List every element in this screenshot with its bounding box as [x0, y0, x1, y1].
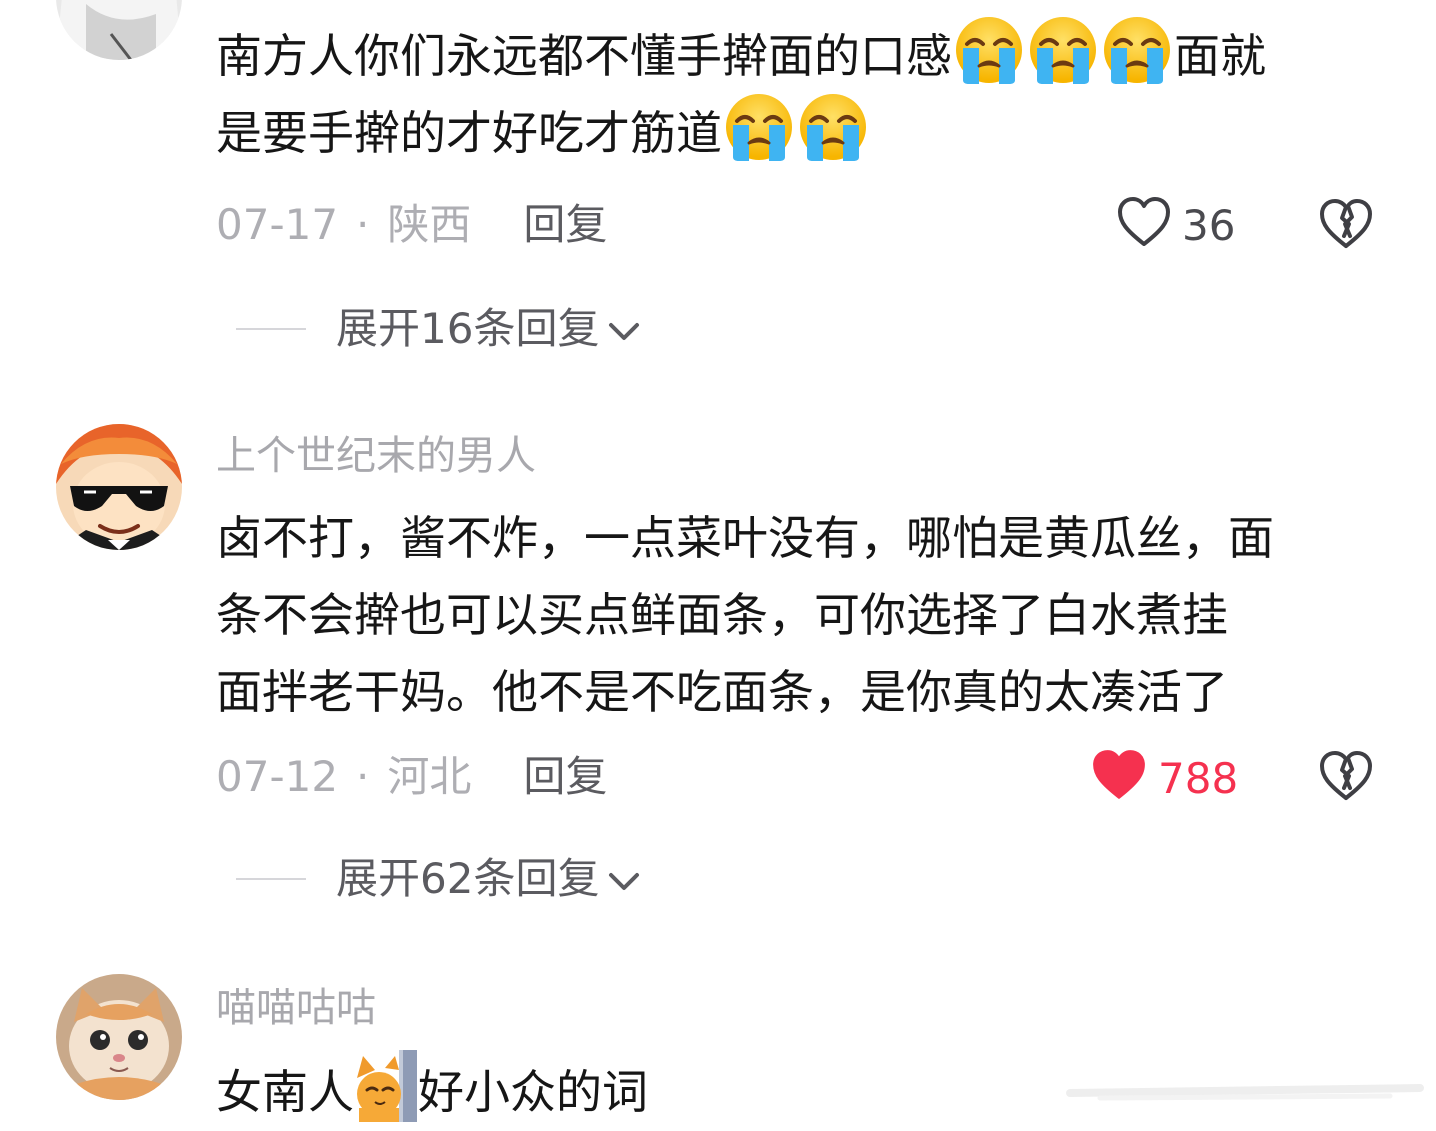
- heart-filled-icon: [1090, 748, 1148, 809]
- dislike-button[interactable]: [1316, 196, 1376, 252]
- divider: [236, 328, 306, 330]
- user-avatar[interactable]: [56, 974, 182, 1100]
- like-count: 788: [1158, 753, 1239, 803]
- reply-button[interactable]: 回复: [523, 752, 607, 801]
- like-count: 36: [1182, 200, 1236, 250]
- username[interactable]: 喵喵咕咕: [216, 988, 376, 1028]
- comment-text-segment: 面拌老干妈。他不是不吃面条，是你真的太凑活了: [216, 665, 1228, 719]
- comment-text-segment: 女南人: [216, 1065, 354, 1119]
- like-button[interactable]: 788: [1090, 748, 1238, 809]
- expand-replies-button[interactable]: 展开62条回复: [236, 858, 641, 900]
- broken-heart-icon: [1316, 199, 1376, 256]
- comment-text-line: 条不会擀也可以买点鲜面条，可你选择了白水煮挂: [216, 577, 1386, 654]
- watermark: [1060, 1068, 1430, 1118]
- expand-replies-label: 展开62条回复: [336, 854, 600, 903]
- comment-date: 07-12: [216, 752, 339, 801]
- comment-text-line: 是要手擀的才好吃才筋道: [216, 91, 1386, 168]
- comment-meta: 07-17 · 陕西 回复: [216, 204, 607, 246]
- user-avatar[interactable]: [56, 0, 182, 60]
- heart-outline-icon: [1116, 196, 1172, 255]
- crying-face-emoji-icon: [1101, 14, 1173, 86]
- cat-peeking-emoji-icon: [355, 1050, 417, 1122]
- divider: [236, 878, 306, 880]
- expand-replies-label: 展开16条回复: [336, 304, 600, 353]
- meta-separator: ·: [356, 200, 370, 249]
- comment-text-segment: 好小众的词: [418, 1065, 648, 1119]
- comment-text-segment: 是要手擀的才好吃才筋道: [216, 106, 722, 160]
- comment-text-segment: 面就: [1174, 29, 1266, 83]
- broken-heart-icon: [1316, 751, 1376, 808]
- comment-text: 南方人你们永远都不懂手擀面的口感 面就是要手擀的才好吃才筋道: [216, 14, 1386, 168]
- username[interactable]: 上个世纪末的男人: [216, 436, 536, 476]
- reply-button[interactable]: 回复: [523, 200, 607, 249]
- user-avatar[interactable]: [56, 424, 182, 550]
- comment-date: 07-17: [216, 200, 339, 249]
- comment-location: 陕西: [387, 200, 472, 249]
- crying-face-emoji-icon: [723, 91, 795, 163]
- comment-text-line: 卤不打，酱不炸，一点菜叶没有，哪怕是黄瓜丝，面: [216, 500, 1386, 577]
- comment-text-line: 面拌老干妈。他不是不吃面条，是你真的太凑活了: [216, 654, 1386, 731]
- comment-meta: 07-12 · 河北 回复: [216, 756, 607, 798]
- crying-face-emoji-icon: [953, 14, 1025, 86]
- meta-separator: ·: [356, 752, 370, 801]
- comment-text: 卤不打，酱不炸，一点菜叶没有，哪怕是黄瓜丝，面 条不会擀也可以买点鲜面条，可你选择…: [216, 500, 1386, 731]
- crying-face-emoji-icon: [1027, 14, 1099, 86]
- chevron-down-icon: [607, 308, 641, 350]
- comment-location: 河北: [387, 752, 472, 801]
- crying-face-emoji-icon: [797, 91, 869, 163]
- comment-text-segment: 条不会擀也可以买点鲜面条，可你选择了白水煮挂: [216, 588, 1228, 642]
- expand-replies-button[interactable]: 展开16条回复: [236, 308, 641, 350]
- comment-text-segment: 卤不打，酱不炸，一点菜叶没有，哪怕是黄瓜丝，面: [216, 511, 1274, 565]
- dislike-button[interactable]: [1316, 748, 1376, 804]
- comment-text-line: 南方人你们永远都不懂手擀面的口感 面就: [216, 14, 1386, 91]
- like-button[interactable]: 36: [1116, 196, 1235, 255]
- chevron-down-icon: [607, 858, 641, 900]
- comment-text-segment: 南方人你们永远都不懂手擀面的口感: [216, 29, 952, 83]
